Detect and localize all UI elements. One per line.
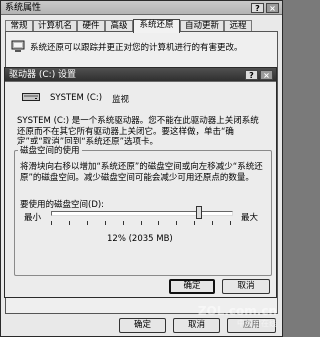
drive-settings-title: 驱动器 (C:) 设置: [9, 70, 77, 80]
system-restore-intro: 系统还原可以跟踪并更正对您的计算机进行的有害更改。: [30, 43, 243, 53]
slider-track: [51, 211, 233, 216]
outer-ok-button[interactable]: 确定: [119, 318, 166, 333]
drive-status: 监视: [112, 95, 130, 105]
slider-tick: [87, 221, 88, 225]
tab-system-restore[interactable]: 系统还原: [133, 19, 180, 33]
slider-tick: [212, 221, 213, 225]
watermark-subtext: 中关村在线: [237, 319, 277, 328]
system-properties-title: 系统属性: [5, 3, 42, 13]
slider-tick: [176, 221, 177, 225]
watermark-text: ZOL.com.cn: [197, 304, 277, 318]
slider-tick: [51, 221, 52, 225]
drive-settings-titlebar: 驱动器 (C:) 设置 ? ×: [5, 68, 276, 82]
slider-tick: [141, 221, 142, 225]
dialog-cancel-button[interactable]: 取消: [222, 279, 270, 294]
slider-min-label: 最小: [24, 213, 42, 223]
dialog-close-button[interactable]: ×: [260, 70, 273, 80]
dialog-help-button[interactable]: ?: [245, 70, 258, 80]
slider-tick: [69, 221, 70, 225]
zol-watermark: ZOL.com.cn 中关村在线: [198, 304, 277, 329]
slider-tick: [158, 221, 159, 225]
drive-settings-dialog: 驱动器 (C:) 设置 ? × SYSTEM (C:) 监视 SYSTEM (C…: [4, 67, 277, 298]
drive-description: SYSTEM (C:) 是一个系统驱动器。您不能在此驱动器上关闭系统还原而不在其…: [17, 116, 259, 147]
slider-tick: [194, 221, 195, 225]
dialog-ok-button[interactable]: 确定: [169, 279, 215, 294]
help-button[interactable]: ?: [251, 3, 264, 13]
disk-usage-group-label: 磁盘空间的使用: [18, 144, 82, 156]
drive-name: SYSTEM (C:): [50, 93, 103, 103]
disk-usage-group: 磁盘空间的使用 将滑块向右移以增加“系统还原”的磁盘空间或向左移减少“系统还原”…: [14, 144, 272, 276]
slider-tick: [105, 221, 106, 225]
slider-tick: [123, 221, 124, 225]
disk-space-slider[interactable]: [51, 206, 233, 226]
disk-usage-explanation: 将滑块向右移以增加“系统还原”的磁盘空间或向左移减少“系统还原”的磁盘空间。减少…: [20, 162, 263, 183]
system-properties-titlebar: 系统属性 ? ×: [1, 1, 282, 15]
slider-tick: [230, 221, 231, 225]
slider-max-label: 最大: [241, 213, 259, 223]
slider-value-readout: 12% (2035 MB): [107, 234, 173, 244]
close-button[interactable]: ×: [266, 3, 279, 13]
system-restore-icon: [11, 39, 25, 53]
slider-thumb[interactable]: [196, 206, 202, 219]
drive-icon: [22, 92, 40, 102]
